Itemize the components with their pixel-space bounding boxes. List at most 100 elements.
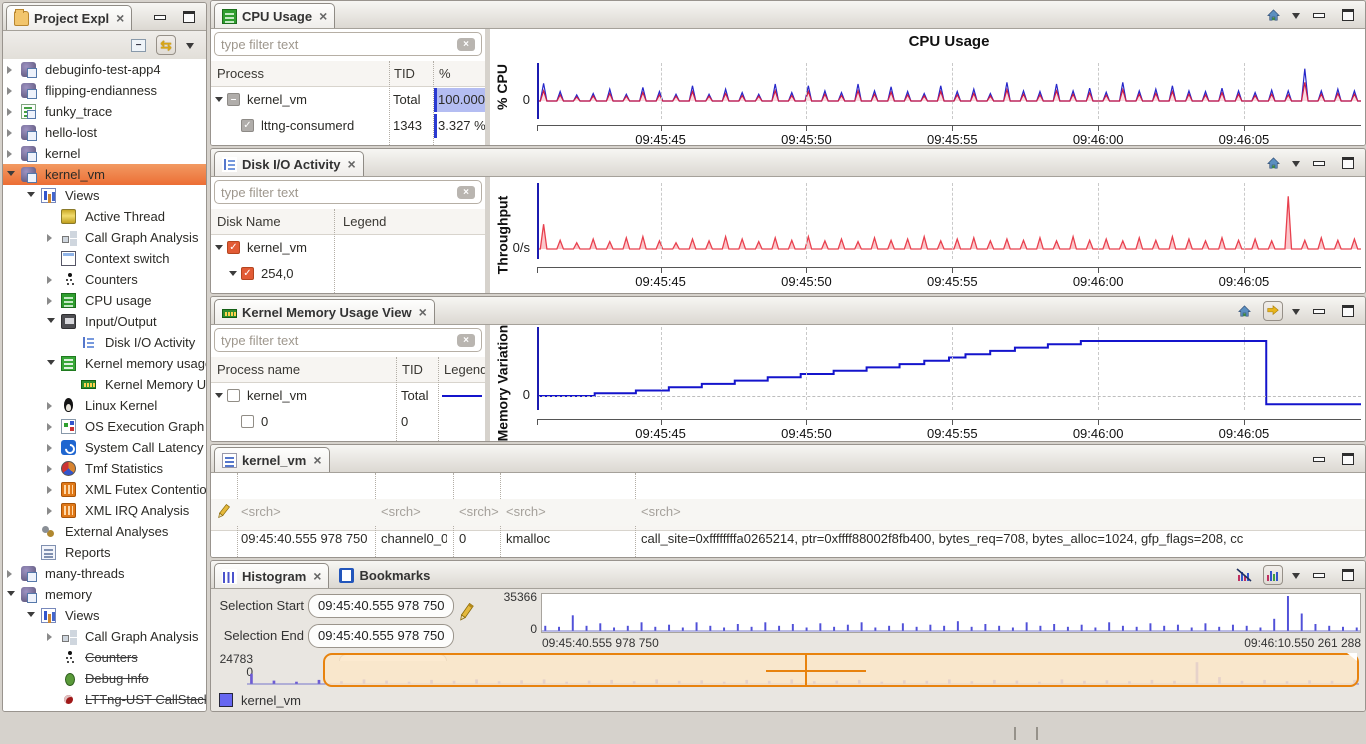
collapsed-arrow-icon[interactable] [7, 87, 16, 95]
minimize-button[interactable] [1309, 565, 1329, 585]
collapse-all-icon[interactable]: − [131, 39, 146, 52]
col-tid[interactable]: TID [402, 362, 423, 377]
minimize-button[interactable] [1309, 301, 1329, 321]
col-percent[interactable]: % [439, 66, 451, 81]
collapsed-arrow-icon[interactable] [7, 129, 16, 137]
tree-item-memory[interactable]: memory [3, 584, 206, 605]
expanded-arrow-icon[interactable] [47, 318, 55, 327]
collapsed-arrow-icon[interactable] [47, 633, 56, 641]
tree-item-input-output[interactable]: Input/Output [3, 311, 206, 332]
disk-chart[interactable]: Throughput 0/s 09:45:4509:45:5009:45:550… [490, 177, 1365, 293]
checkbox[interactable] [241, 415, 254, 428]
tab-events-kernel-vm[interactable]: kernel_vm × [214, 447, 330, 472]
view-menu-icon[interactable] [1292, 573, 1300, 583]
memory-table-row-partial[interactable] [211, 435, 485, 441]
disk-table-row-partial[interactable]: ✓ [211, 287, 485, 293]
search-cell[interactable]: <srch> [641, 504, 681, 519]
clear-filter-icon[interactable]: × [457, 334, 475, 347]
color-events-icon[interactable] [1263, 565, 1283, 585]
home-icon[interactable] [1263, 153, 1283, 173]
home-icon[interactable] [1263, 5, 1283, 25]
tab-histogram[interactable]: Histogram × [214, 563, 329, 588]
search-cell[interactable]: <srch> [241, 504, 281, 519]
view-menu-icon[interactable] [1292, 161, 1300, 171]
col-process-name[interactable]: Process name [217, 362, 300, 377]
tree-item-hello-lost[interactable]: hello-lost [3, 122, 206, 143]
tree-item-call-graph-analysis[interactable]: Call Graph Analysis [3, 626, 206, 647]
search-cell[interactable]: <srch> [381, 504, 421, 519]
maximize-button[interactable] [1338, 153, 1358, 173]
collapsed-arrow-icon[interactable] [7, 66, 16, 74]
tree-item-os-execution-graph[interactable]: OS Execution Graph [3, 416, 206, 437]
selection-start-input[interactable]: 09:45:40.555 978 750 [308, 594, 454, 618]
close-icon[interactable]: × [116, 12, 124, 24]
disk-table-header[interactable]: Disk Name Legend [211, 209, 485, 235]
tab-project-explorer[interactable]: Project Expl × [6, 5, 132, 30]
events-table-row[interactable]: 09:45:40.555 978 750channel0_00kmallocca… [211, 526, 1365, 553]
tree-item-disk-i-o-activity[interactable]: Disk I/O Activity [3, 332, 206, 353]
expanded-arrow-icon[interactable] [229, 271, 237, 280]
col-process[interactable]: Process [217, 66, 264, 81]
memory-table-row[interactable]: 00 [211, 409, 485, 435]
maximize-button[interactable] [1338, 449, 1358, 469]
checkbox[interactable]: – [227, 93, 240, 106]
tree-item-tmf-statistics[interactable]: Tmf Statistics [3, 458, 206, 479]
cpu-table-row[interactable]: –kernel_vmTotal100.000 [211, 87, 485, 113]
time-range-histogram[interactable] [541, 593, 1361, 633]
collapsed-arrow-icon[interactable] [47, 507, 56, 515]
memory-chart[interactable]: Memory Variation 0 09:45:4509:45:5009:45… [490, 325, 1365, 441]
cpu-table-row-partial[interactable]: ✓ [211, 139, 485, 145]
close-icon[interactable]: × [419, 306, 427, 318]
expanded-arrow-icon[interactable] [215, 393, 223, 402]
expanded-arrow-icon[interactable] [27, 192, 35, 201]
selection-end-input[interactable]: 09:45:40.555 978 750 [308, 624, 454, 648]
col-tid[interactable]: TID [394, 66, 415, 81]
close-icon[interactable]: × [319, 10, 327, 22]
tab-disk-io[interactable]: Disk I/O Activity × [214, 151, 364, 176]
col-legend[interactable]: Legend [343, 214, 386, 229]
memory-table-row[interactable]: kernel_vmTotal [211, 383, 485, 409]
tree-item-debug-info[interactable]: Debug Info [3, 668, 206, 689]
disk-table-row[interactable]: ✓kernel_vm [211, 235, 485, 261]
disk-table-row[interactable]: ✓254,0 [211, 261, 485, 287]
events-search-row[interactable]: <srch><srch><srch><srch><srch> [211, 499, 1365, 526]
expanded-arrow-icon[interactable] [27, 612, 35, 621]
checkbox[interactable]: ✓ [227, 241, 240, 254]
tree-item-reports[interactable]: Reports [3, 542, 206, 563]
close-icon[interactable]: × [313, 454, 321, 466]
view-menu-icon[interactable] [186, 43, 194, 53]
minimize-button[interactable] [1309, 5, 1329, 25]
maximize-button[interactable] [1338, 5, 1358, 25]
clear-filter-icon[interactable]: × [457, 186, 475, 199]
collapsed-arrow-icon[interactable] [7, 570, 16, 578]
maximize-button[interactable] [1338, 565, 1358, 585]
tree-item-views[interactable]: Views [3, 185, 206, 206]
expanded-arrow-icon[interactable] [7, 591, 15, 600]
search-cell[interactable]: <srch> [459, 504, 499, 519]
memory-filter-input[interactable]: type filter text × [214, 328, 482, 352]
tree-item-kernel-memory-usage[interactable]: Kernel Memory Usage [3, 374, 206, 395]
tree-item-active-thread[interactable]: Active Thread [3, 206, 206, 227]
maximize-button[interactable] [1338, 301, 1358, 321]
cpu-filter-input[interactable]: type filter text × [214, 32, 482, 56]
expanded-arrow-icon[interactable] [215, 97, 223, 106]
tab-cpu-usage[interactable]: CPU Usage × [214, 3, 335, 28]
tree-item-context-switch[interactable]: Context switch [3, 248, 206, 269]
checkbox[interactable]: ✓ [241, 119, 254, 132]
home-icon[interactable] [1234, 301, 1254, 321]
tree-item-many-threads[interactable]: many-threads [3, 563, 206, 584]
status-splitter-handle[interactable] [1014, 727, 1016, 740]
tree-item-kernel[interactable]: kernel [3, 143, 206, 164]
hide-lost-events-icon[interactable] [1234, 565, 1254, 585]
tree-item-external-analyses[interactable]: External Analyses [3, 521, 206, 542]
minimize-button[interactable] [1309, 153, 1329, 173]
close-icon[interactable]: × [313, 570, 321, 582]
expanded-arrow-icon[interactable] [47, 360, 55, 369]
tree-item-debuginfo-test-app4[interactable]: debuginfo-test-app4 [3, 59, 206, 80]
close-icon[interactable]: × [348, 158, 356, 170]
col-disk-name[interactable]: Disk Name [217, 214, 281, 229]
memory-table-header[interactable]: Process name TID Legend [211, 357, 485, 383]
col-legend[interactable]: Legend [444, 362, 485, 377]
minimize-button[interactable] [1309, 449, 1329, 469]
collapsed-arrow-icon[interactable] [47, 276, 56, 284]
